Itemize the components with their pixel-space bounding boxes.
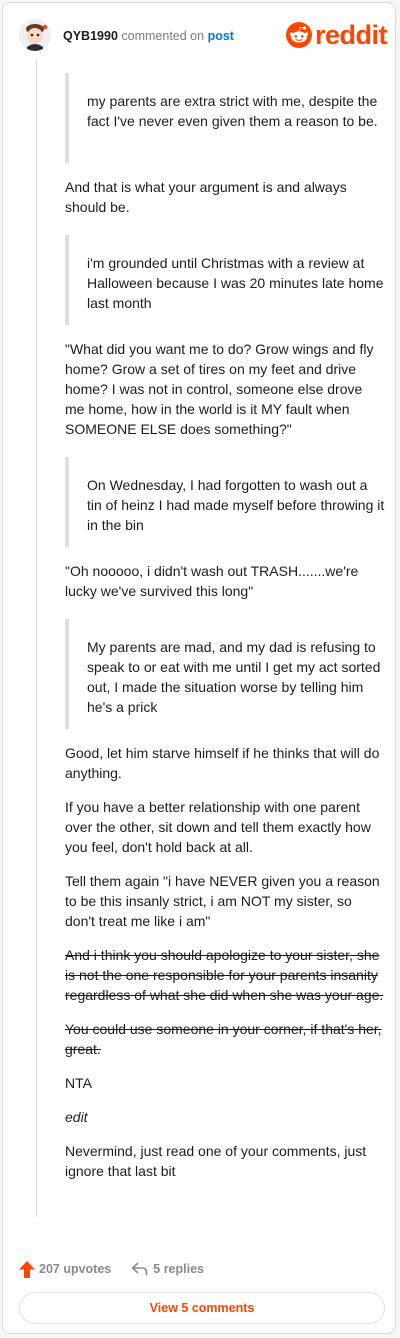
paragraph: Nevermind, just read one of your comment…	[65, 1143, 367, 1179]
struck-paragraph: And i think you should apologize to your…	[65, 947, 384, 1003]
commented-on-text: commented on	[121, 29, 205, 43]
comment-card: QYB1990 commented on post reddit my pare…	[2, 2, 396, 1334]
comment-footer: 207 upvotes 5 replies	[19, 1258, 204, 1280]
paragraph: NTA	[65, 1075, 92, 1091]
quote-block: i'm grounded until Christmas with a revi…	[65, 235, 385, 325]
quote-text: My parents are mad, and my dad is refusi…	[87, 639, 381, 715]
quote-block: On Wednesday, I had forgotten to wash ou…	[65, 457, 385, 547]
struck-paragraph: You could use someone in your corner, if…	[65, 1021, 382, 1057]
reddit-logo[interactable]: reddit	[285, 19, 388, 51]
paragraph: And that is what your argument is and al…	[65, 179, 347, 215]
upvote-arrow-icon[interactable]	[19, 1260, 35, 1278]
upvote-count: 207 upvotes	[39, 1262, 112, 1276]
comment-body: my parents are extra strict with me, des…	[65, 73, 385, 1181]
byline: QYB1990 commented on post	[63, 29, 234, 43]
comment-header: QYB1990 commented on post reddit	[19, 19, 388, 53]
italic-paragraph: edit	[65, 1109, 88, 1125]
thread-line[interactable]	[36, 59, 37, 1217]
reply-arrow-icon[interactable]	[131, 1262, 148, 1276]
paragraph: Tell them again "i have NEVER given you …	[65, 873, 380, 929]
logo-wordmark: reddit	[314, 19, 388, 50]
quote-text: i'm grounded until Christmas with a revi…	[87, 255, 384, 311]
quote-text: On Wednesday, I had forgotten to wash ou…	[87, 477, 385, 533]
view-comments-button[interactable]: View 5 comments	[19, 1292, 385, 1324]
user-avatar[interactable]	[19, 19, 51, 51]
paragraph: Good, let him starve himself if he think…	[65, 745, 380, 781]
reply-count[interactable]: 5 replies	[153, 1262, 204, 1276]
post-link[interactable]: post	[208, 29, 234, 43]
paragraph: "Oh nooooo, i didn't wash out TRASH.....…	[65, 563, 359, 599]
reddit-snoo-icon	[285, 22, 312, 48]
quote-block: My parents are mad, and my dad is refusi…	[65, 619, 385, 729]
quote-text: my parents are extra strict with me, des…	[87, 93, 378, 129]
username-link[interactable]: QYB1990	[63, 29, 118, 43]
paragraph: If you have a better relationship with o…	[65, 799, 371, 855]
paragraph: "What did you want me to do? Grow wings …	[65, 341, 374, 437]
quote-block: my parents are extra strict with me, des…	[65, 73, 385, 163]
